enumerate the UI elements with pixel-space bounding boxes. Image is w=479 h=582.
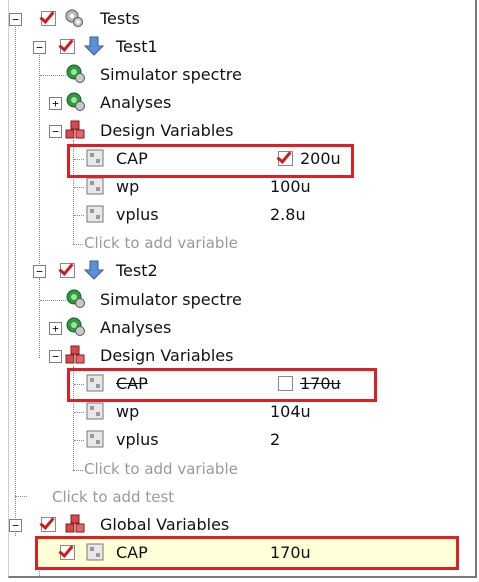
test-arrow-icon (84, 36, 104, 56)
add-variable-placeholder[interactable]: Click to add variable (84, 233, 238, 253)
tests-gears-icon (65, 9, 84, 28)
variable-row-vplus[interactable]: vplus 2.8u (0, 202, 470, 228)
test2-checkbox[interactable] (60, 263, 75, 278)
tree-node-design-variables[interactable]: − Design Variables (0, 343, 470, 369)
expand-toggle[interactable]: + (49, 97, 62, 110)
collapse-toggle[interactable]: − (9, 519, 22, 532)
variable-name: wp (116, 402, 140, 421)
simulator-label: Simulator spectre (100, 290, 242, 309)
tree-line (74, 187, 84, 188)
test1-label: Test1 (116, 37, 158, 56)
simulator-icon (66, 289, 85, 308)
design-variables-label: Design Variables (100, 121, 234, 140)
analyses-label: Analyses (100, 318, 172, 337)
design-variables-cubes-icon (65, 345, 85, 364)
add-variable-row[interactable]: Click to add variable (0, 230, 470, 256)
variable-name: wp (116, 177, 140, 196)
variable-icon (86, 177, 104, 195)
tree-node-analyses[interactable]: + Analyses (0, 90, 470, 116)
collapse-toggle[interactable]: − (49, 350, 62, 363)
tests-label: Tests (100, 9, 140, 28)
tree-node-simulator[interactable]: Simulator spectre (0, 287, 470, 313)
variable-value[interactable]: 104u (270, 402, 311, 422)
variable-icon (86, 430, 104, 448)
highlight-box-test1-cap (67, 144, 354, 178)
simulator-label: Simulator spectre (100, 65, 242, 84)
global-variables-checkbox[interactable] (41, 517, 56, 532)
design-variables-cubes-icon (65, 120, 85, 139)
variable-value[interactable]: 100u (270, 177, 311, 197)
tree-line (40, 300, 66, 301)
variable-row-vplus[interactable]: vplus 2 (0, 427, 470, 453)
tree-line (40, 75, 66, 76)
tree-node-tests[interactable]: − Tests (0, 6, 470, 32)
expand-toggle[interactable]: + (49, 322, 62, 335)
add-variable-placeholder[interactable]: Click to add variable (84, 459, 238, 479)
analyses-label: Analyses (100, 93, 172, 112)
tree-line (74, 215, 84, 216)
tree-node-test2[interactable]: − Test2 (0, 258, 470, 284)
analyses-icon (66, 317, 85, 336)
test-arrow-icon (84, 260, 104, 280)
variable-name: vplus (116, 205, 159, 224)
highlight-box-global-cap (35, 536, 459, 570)
collapse-toggle[interactable]: − (49, 125, 62, 138)
analyses-icon (66, 92, 85, 111)
variable-value[interactable]: 2.8u (270, 205, 306, 225)
tree-line (74, 440, 84, 441)
design-variables-label: Design Variables (100, 346, 234, 365)
tree-node-analyses[interactable]: + Analyses (0, 315, 470, 341)
add-test-row[interactable]: Click to add test (0, 484, 470, 510)
test2-label: Test2 (116, 261, 158, 280)
variable-value[interactable]: 2 (270, 430, 280, 450)
add-test-placeholder[interactable]: Click to add test (52, 487, 174, 507)
tests-checkbox[interactable] (41, 11, 56, 26)
collapse-toggle[interactable]: − (33, 265, 46, 278)
tree-node-simulator[interactable]: Simulator spectre (0, 62, 470, 88)
highlight-box-test2-cap (67, 368, 377, 402)
global-variables-cubes-icon (65, 514, 85, 533)
test1-checkbox[interactable] (60, 39, 75, 54)
global-variables-label: Global Variables (100, 515, 230, 534)
variable-row-wp[interactable]: wp 104u (0, 399, 470, 425)
collapse-toggle[interactable]: − (33, 41, 46, 54)
variable-icon (86, 205, 104, 223)
tree-node-design-variables[interactable]: − Design Variables (0, 118, 470, 144)
variable-name: vplus (116, 430, 159, 449)
variable-icon (86, 402, 104, 420)
tree-node-test1[interactable]: − Test1 (0, 34, 470, 60)
collapse-toggle[interactable]: − (9, 13, 22, 26)
tree-line (74, 412, 84, 413)
tree-node-global-variables[interactable]: − Global Variables (0, 512, 470, 538)
add-variable-row[interactable]: Click to add variable (0, 456, 470, 482)
simulator-icon (66, 64, 85, 83)
